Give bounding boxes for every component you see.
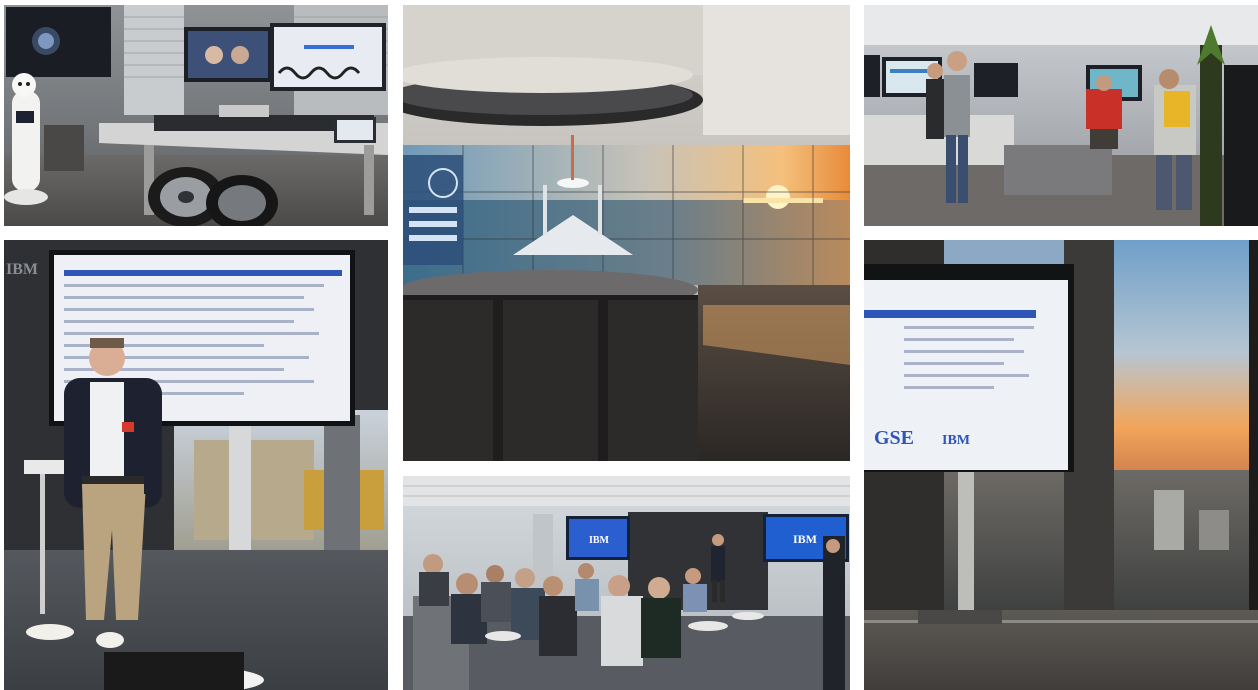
ibm-wall-logo: IBM	[6, 261, 38, 278]
ibm-screen-logo: IBM	[942, 433, 970, 448]
photo-audience: IBM IBM	[403, 476, 850, 690]
photo-speaker: IBM	[4, 240, 388, 690]
guide-logo: GSE	[874, 427, 914, 449]
photo-video-wall	[403, 5, 850, 461]
ibm-screen-left: IBM	[589, 535, 610, 546]
ibm-screen-right: IBM	[793, 532, 817, 546]
photo-city-sunset: GSE IBM	[864, 240, 1258, 690]
photo-visitors-demo	[864, 5, 1258, 226]
photo-tech-lab	[4, 5, 388, 226]
